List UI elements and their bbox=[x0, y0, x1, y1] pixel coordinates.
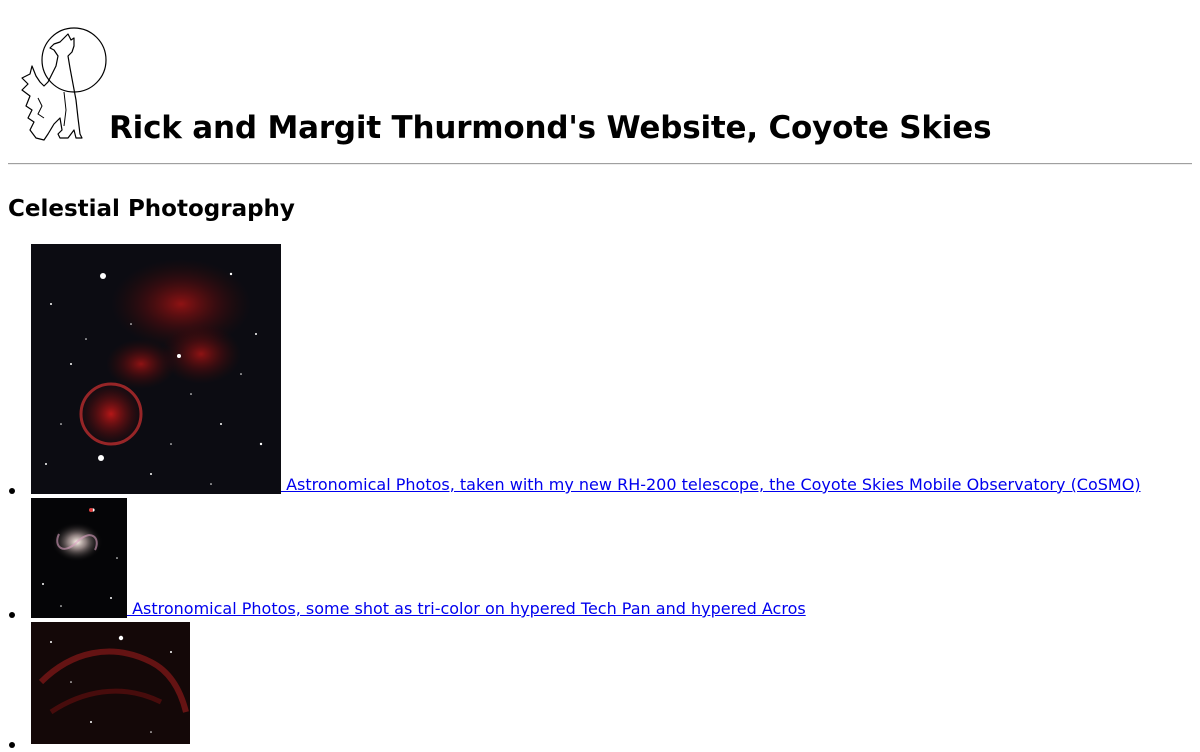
list-item bbox=[0, 622, 1200, 752]
bullet-icon bbox=[9, 742, 15, 748]
section-title: Celestial Photography bbox=[8, 196, 295, 222]
galaxy-thumbnail[interactable] bbox=[31, 498, 127, 618]
list-item: Astronomical Photos, taken with my new R… bbox=[0, 244, 1200, 498]
header-divider bbox=[8, 163, 1192, 165]
nebula-thumbnail[interactable] bbox=[31, 244, 281, 494]
link-caption[interactable]: Astronomical Photos, taken with my new R… bbox=[281, 475, 1140, 494]
red-nebula-thumbnail[interactable] bbox=[31, 622, 190, 744]
link-tricolor-photos[interactable]: Astronomical Photos, some shot as tri-co… bbox=[31, 498, 806, 618]
link-nebula-photos[interactable] bbox=[31, 622, 190, 744]
photo-link-list: Astronomical Photos, taken with my new R… bbox=[0, 244, 1200, 752]
bullet-icon bbox=[9, 488, 15, 494]
list-item: Astronomical Photos, some shot as tri-co… bbox=[0, 498, 1200, 622]
bullet-icon bbox=[9, 612, 15, 618]
link-cosmo-photos[interactable]: Astronomical Photos, taken with my new R… bbox=[31, 244, 1141, 494]
link-caption[interactable]: Astronomical Photos, some shot as tri-co… bbox=[127, 599, 806, 618]
page-title: Rick and Margit Thurmond's Website, Coyo… bbox=[109, 110, 992, 146]
site-header: Rick and Margit Thurmond's Website, Coyo… bbox=[0, 0, 1200, 222]
howling-coyote-moon-icon bbox=[21, 27, 107, 141]
